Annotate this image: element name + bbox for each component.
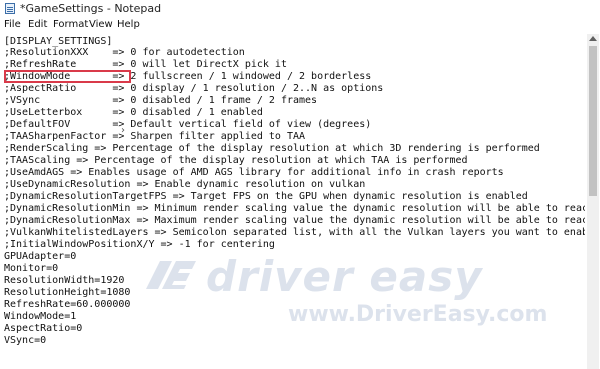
watermark-brand: driver easy [206, 252, 483, 301]
menu-bar: File Edit Format View Help [0, 18, 600, 34]
windowmode-highlight-annotation [4, 70, 131, 83]
menu-file[interactable]: File [4, 19, 21, 30]
scroll-up-arrow-icon[interactable] [589, 36, 597, 41]
menu-format[interactable]: Format [53, 19, 88, 30]
menu-help[interactable]: Help [117, 19, 140, 30]
drivereasy-logo-icon [146, 261, 196, 289]
notepad-window: *GameSettings - Notepad File Edit Format… [0, 0, 600, 369]
title-bar: *GameSettings - Notepad [0, 0, 600, 17]
mouse-cursor-icon: › [121, 125, 125, 136]
notepad-app-icon [5, 3, 15, 14]
scrollbar-thumb[interactable] [589, 46, 597, 196]
menu-view[interactable]: View [89, 19, 113, 30]
watermark-url: www.DriverEasy.com [288, 302, 548, 327]
text-line: VSync=0 [4, 335, 47, 346]
window-title: *GameSettings - Notepad [20, 2, 162, 15]
menu-edit[interactable]: Edit [28, 19, 47, 30]
